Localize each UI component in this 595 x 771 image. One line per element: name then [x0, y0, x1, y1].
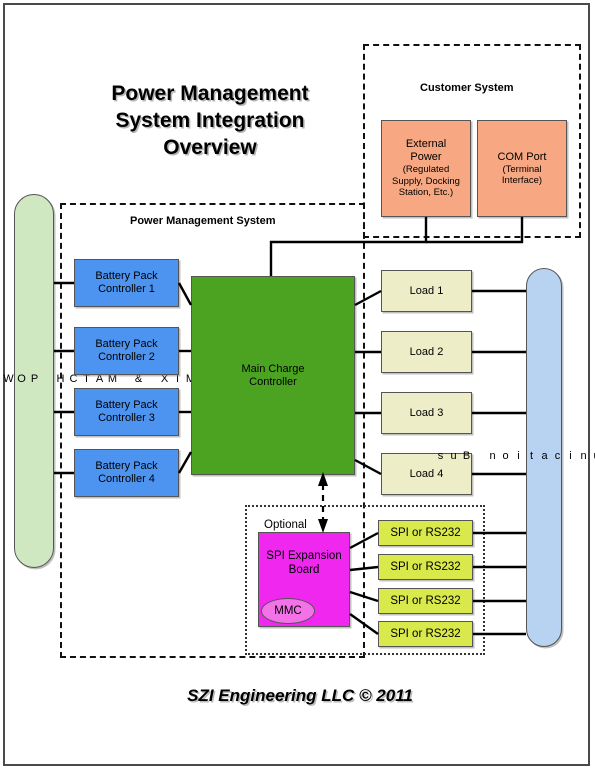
external-power-sub1: (Regulated — [402, 164, 450, 176]
load-3[interactable]: Load 3 — [381, 392, 472, 434]
external-power-block[interactable]: External Power (Regulated Supply, Dockin… — [381, 120, 471, 217]
spi-port-4[interactable]: SPI or RS232 — [378, 621, 473, 647]
communication-bus: C o m m u n i c a t i o n B u s — [435, 268, 595, 647]
battery-pack-controller-3[interactable]: Battery Pack Controller 3 — [74, 388, 179, 436]
spi-port-2-label: SPI or RS232 — [390, 560, 461, 573]
external-power-sub2: Supply, Docking — [392, 175, 460, 187]
bpc-2-line2: Controller 2 — [98, 351, 155, 363]
com-port-sub2: Interface) — [501, 175, 543, 186]
com-port-sub1: (Terminal — [502, 163, 542, 175]
spi-port-3[interactable]: SPI or RS232 — [378, 588, 473, 614]
spi-port-1[interactable]: SPI or RS232 — [378, 520, 473, 546]
load-3-label: Load 3 — [409, 406, 444, 419]
main-charge-controller[interactable]: Main Charge Controller — [191, 276, 355, 475]
title-line-3: Overview — [163, 136, 257, 159]
communication-bus-label: C o m m u n i c a t i o n B u s — [434, 449, 595, 466]
spi-expansion-board-line1: SPI Expansion — [266, 550, 342, 562]
bpc-3-line2: Controller 3 — [98, 412, 155, 424]
mmc-module[interactable]: MMC — [261, 598, 315, 624]
main-charge-controller-line1: Main Charge — [241, 362, 305, 375]
external-power-line2: Power — [410, 151, 442, 164]
bpc-1-line1: Battery Pack — [95, 270, 158, 282]
mix-match-power-sources: M I X & M A T C H P O W E R S O U R C E … — [0, 194, 197, 568]
battery-pack-controller-2[interactable]: Battery Pack Controller 2 — [74, 327, 179, 375]
load-1-label: Load 1 — [409, 284, 444, 297]
main-charge-controller-line2: Controller — [249, 375, 297, 388]
copyright-footer: SZI Engineering LLC © 2011 — [187, 686, 413, 705]
group-customer-system-label: Customer System — [420, 82, 514, 94]
bpc-2-line1: Battery Pack — [95, 338, 158, 350]
bpc-1-line2: Controller 1 — [98, 283, 155, 295]
load-1[interactable]: Load 1 — [381, 270, 472, 312]
load-2[interactable]: Load 2 — [381, 331, 472, 373]
bpc-3-line1: Battery Pack — [95, 399, 158, 411]
com-port-line1: COM Port — [497, 150, 547, 163]
title-line-2: System Integration — [115, 109, 305, 132]
battery-pack-controller-1[interactable]: Battery Pack Controller 1 — [74, 259, 179, 307]
external-power-line1: External — [405, 138, 447, 151]
mix-match-label: M I X & M A T C H P O W E R S O U R C E … — [0, 373, 197, 389]
load-2-label: Load 2 — [409, 345, 444, 358]
mmc-label: MMC — [274, 605, 302, 617]
page-title: Power Management System Integration Over… — [55, 80, 365, 161]
load-4-label: Load 4 — [409, 467, 444, 480]
bpc-4-line2: Controller 4 — [98, 473, 155, 485]
diagram-canvas: Power Management System Integration Over… — [0, 0, 595, 771]
group-optional-label: Optional — [264, 519, 307, 531]
spi-port-1-label: SPI or RS232 — [390, 526, 461, 539]
spi-port-2[interactable]: SPI or RS232 — [378, 554, 473, 580]
spi-expansion-board-line2: Board — [288, 564, 320, 576]
com-port-block[interactable]: COM Port (Terminal Interface) — [477, 120, 567, 217]
spi-port-4-label: SPI or RS232 — [390, 627, 461, 640]
battery-pack-controller-4[interactable]: Battery Pack Controller 4 — [74, 449, 179, 497]
bpc-4-line1: Battery Pack — [95, 460, 158, 472]
external-power-sub3: Station, Etc.) — [398, 187, 454, 199]
spi-port-3-label: SPI or RS232 — [390, 594, 461, 607]
group-power-management-system-label: Power Management System — [130, 215, 276, 227]
title-line-1: Power Management — [111, 82, 309, 105]
